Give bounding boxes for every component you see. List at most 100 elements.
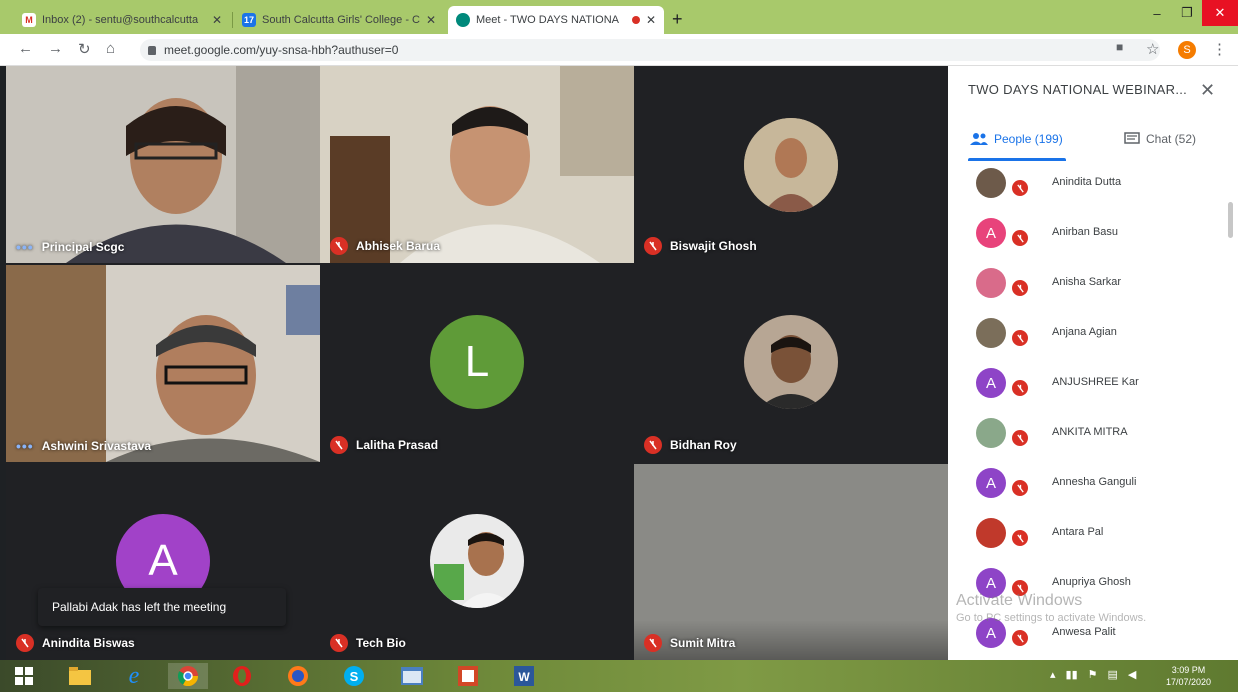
participant-tile[interactable]: A Anindita Biswas [6,464,320,660]
menu-icon[interactable]: ⋮ [1212,40,1227,58]
muted-mic-icon [644,237,662,255]
list-item[interactable]: Anisha Sarkar [948,266,1238,316]
gmail-icon: M [22,13,36,27]
opera-icon[interactable] [222,663,262,689]
reload-icon[interactable]: ↻ [78,40,91,58]
scrollbar[interactable] [1228,202,1233,238]
profile-avatar[interactable]: S [1178,41,1196,59]
participant-name-label: ••• Ashwini Srivastava [16,438,152,454]
network-icon[interactable]: ▤ [1108,668,1118,681]
participant-name-label: Biswajit Ghosh [644,237,757,255]
address-bar: ← → ↻ ⌂ meet.google.com/yuy-snsa-hbh?aut… [0,34,1238,66]
list-item[interactable]: Antara Pal [948,516,1238,566]
tab-people[interactable]: People (199) [970,132,1063,146]
participant-photo [976,318,1006,348]
camera-icon[interactable]: ■ [1116,40,1123,54]
participant-name-label: Lalitha Prasad [330,436,438,454]
people-panel: TWO DAYS NATIONAL WEBINAR... ✕ People (1… [948,66,1238,660]
chevron-up-icon[interactable]: ▴ [1050,668,1056,681]
participant-photo [976,268,1006,298]
muted-mic-icon [330,634,348,652]
list-item[interactable]: A Anirban Basu [948,216,1238,266]
participant-avatar [430,514,524,608]
new-tab-icon[interactable]: + [672,9,683,30]
speaking-indicator-icon: ••• [16,438,34,454]
flag-icon[interactable]: ⚑ [1088,668,1098,681]
participant-tile[interactable]: Abhisek Barua [320,66,634,263]
close-tab-icon[interactable]: ✕ [212,13,222,27]
internet-explorer-icon[interactable]: e [114,663,154,689]
muted-mic-icon [644,634,662,652]
close-panel-icon[interactable]: ✕ [1200,80,1215,101]
calendar-icon: 17 [242,13,256,27]
list-item[interactable]: ANKITA MITRA [948,416,1238,466]
svg-text:W: W [518,670,530,684]
file-explorer-icon[interactable] [60,663,100,689]
tab-title: South Calcutta Girls' College - Ca [262,14,420,26]
word-icon[interactable]: W [504,663,544,689]
participant-tile[interactable]: ••• Ashwini Srivastava [6,265,320,462]
firefox-icon[interactable] [278,663,318,689]
tab-chat[interactable]: Chat (52) [1124,132,1196,146]
video-grid: ••• Principal Scgc Abhisek Barua Biswaji… [6,66,948,660]
participant-avatar: A [976,468,1006,498]
participant-tile[interactable]: Biswajit Ghosh [634,66,948,263]
participant-name-label: Tech Bio [330,634,406,652]
presentation-icon[interactable] [448,663,488,689]
list-item[interactable]: A Annesha Ganguli [948,466,1238,516]
star-icon[interactable]: ☆ [1146,40,1159,58]
muted-mic-icon [1010,228,1030,248]
signal-icon[interactable]: ▮▮ [1066,668,1078,681]
close-tab-icon[interactable]: ✕ [646,13,656,27]
participant-tile[interactable]: L Lalitha Prasad [320,265,634,462]
maximize-icon[interactable]: ❐ [1172,0,1202,26]
participant-avatar: A [976,218,1006,248]
participant-tile[interactable]: Sumit Mitra [634,464,948,660]
people-icon [970,133,988,145]
close-tab-icon[interactable]: ✕ [426,13,436,27]
url-field[interactable]: meet.google.com/yuy-snsa-hbh?authuser=0 [140,39,1160,61]
forward-icon[interactable]: → [48,40,63,57]
list-item[interactable]: A Anwesa Palit [948,616,1238,660]
muted-mic-icon [1010,578,1030,598]
muted-mic-icon [16,634,34,652]
participant-avatar [744,118,838,212]
active-tab-indicator [968,158,1066,161]
tab-college[interactable]: 17 South Calcutta Girls' College - Ca ✕ [234,6,444,34]
muted-mic-icon [1010,378,1030,398]
list-item[interactable]: Anjana Agian [948,316,1238,366]
back-icon[interactable]: ← [18,40,33,57]
url-text: meet.google.com/yuy-snsa-hbh?authuser=0 [164,43,399,57]
muted-mic-icon [644,436,662,454]
window-app-icon[interactable] [392,663,432,689]
recording-icon [631,16,640,24]
muted-mic-icon [1010,428,1030,448]
participant-video [6,66,320,263]
close-window-icon[interactable]: ✕ [1202,0,1238,26]
minimize-icon[interactable]: – [1142,0,1172,26]
participant-name-label: Anindita Biswas [16,634,135,652]
chrome-icon[interactable] [168,663,208,689]
muted-mic-icon [1010,628,1030,648]
windows-start-icon[interactable] [4,663,44,689]
tab-meet[interactable]: Meet - TWO DAYS NATIONA ✕ [448,6,664,34]
list-item[interactable]: Anindita Dutta [948,166,1238,216]
muted-mic-icon [1010,478,1030,498]
home-icon[interactable]: ⌂ [106,40,115,57]
participant-tile[interactable]: Bidhan Roy [634,265,948,462]
list-item[interactable]: A ANJUSHREE Kar [948,366,1238,416]
muted-mic-icon [1010,278,1030,298]
participant-photo [976,518,1006,548]
muted-mic-icon [330,237,348,255]
list-item[interactable]: A Anupriya Ghosh [948,566,1238,616]
participant-tile[interactable]: ••• Principal Scgc [6,66,320,263]
volume-icon[interactable]: ◀ [1128,668,1136,681]
window-controls: – ❐ ✕ [1142,0,1238,26]
participant-name-label: Abhisek Barua [330,237,440,255]
tab-inbox[interactable]: M Inbox (2) - sentu@southcalcutta ✕ [14,6,230,34]
participant-name-label: ••• Principal Scgc [16,239,125,255]
taskbar-clock[interactable]: 3:09 PM 17/07/2020 [1166,664,1211,688]
skype-icon[interactable]: S [334,663,374,689]
participant-avatar: A [976,368,1006,398]
participant-tile[interactable]: Tech Bio [320,464,634,660]
